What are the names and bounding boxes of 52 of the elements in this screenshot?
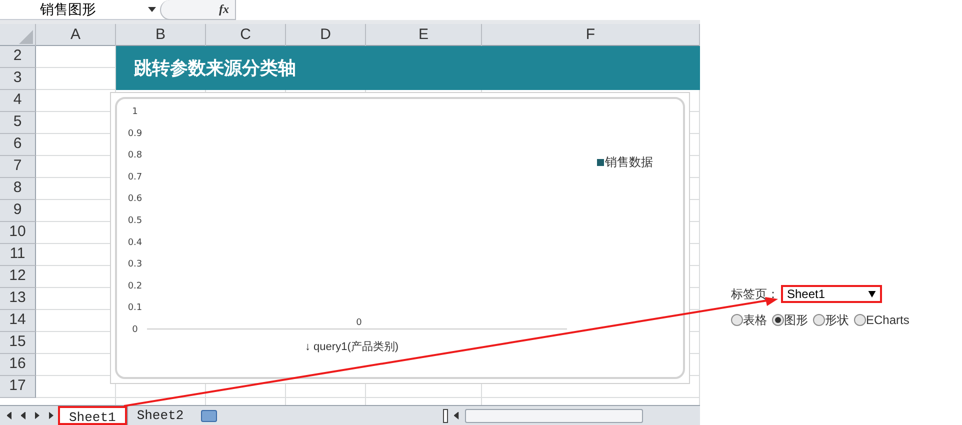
axis-tick-label: 0.9 xyxy=(128,128,142,139)
axis-tick-label: 0.4 xyxy=(128,238,142,248)
splitter-handle[interactable] xyxy=(442,408,448,422)
row-header[interactable]: 15 xyxy=(0,332,36,354)
radio-label[interactable]: 形状 xyxy=(825,311,849,329)
row-header[interactable]: 14 xyxy=(0,310,36,332)
nav-prev-icon[interactable] xyxy=(20,412,26,420)
axis-tick-label: 0.6 xyxy=(128,194,142,204)
axis-tick-label: 0.2 xyxy=(128,281,142,292)
row-header[interactable]: 5 xyxy=(0,112,36,134)
row-header[interactable]: 17 xyxy=(0,376,36,398)
nav-next-icon[interactable] xyxy=(34,412,40,420)
function-label[interactable]: fx xyxy=(219,0,229,18)
dropdown-caret-icon[interactable] xyxy=(868,290,876,298)
row-header[interactable]: 9 xyxy=(0,200,36,222)
radio-label[interactable]: 图形 xyxy=(784,311,808,329)
axis-tick-label: 0.1 xyxy=(128,303,142,314)
radio-button[interactable] xyxy=(813,314,825,326)
row-header[interactable]: 3 xyxy=(0,68,36,90)
legend-label: 销售数据 xyxy=(605,154,653,171)
row-header[interactable]: 10 xyxy=(0,222,36,244)
axis-tick-label: 0.8 xyxy=(128,150,142,161)
axis-tick-label: 0.7 xyxy=(128,172,142,182)
scroll-left-icon[interactable] xyxy=(454,412,459,420)
row-header[interactable]: 8 xyxy=(0,178,36,200)
sheet-tab[interactable]: Sheet1 xyxy=(58,406,127,425)
tab-select-label: 标签页： xyxy=(731,286,779,303)
radio-button[interactable] xyxy=(772,314,784,326)
insert-sheet-icon[interactable] xyxy=(200,410,217,422)
row-header[interactable]: 4 xyxy=(0,90,36,112)
axis-tick-label: 0 xyxy=(132,325,138,335)
row-header[interactable]: 6 xyxy=(0,134,36,156)
sheet-select[interactable]: Sheet1 xyxy=(781,285,882,303)
dropdown-caret-icon[interactable] xyxy=(148,7,156,12)
axis-tick-label: 0.3 xyxy=(128,260,142,270)
row-header[interactable]: 2 xyxy=(0,46,36,68)
name-box[interactable]: 销售图形 xyxy=(0,0,160,20)
radio-button[interactable] xyxy=(854,314,866,326)
row-header[interactable]: 11 xyxy=(0,244,36,266)
row-header[interactable]: 12 xyxy=(0,266,36,288)
title-banner: 跳转参数来源分类轴 xyxy=(116,46,700,90)
axis-title: ↓ query1(产品类别) xyxy=(305,340,399,355)
radio-button[interactable] xyxy=(731,314,743,326)
row-header[interactable]: 7 xyxy=(0,156,36,178)
horizontal-scrollbar-thumb[interactable] xyxy=(464,408,643,422)
radio-label[interactable]: ECharts xyxy=(866,311,910,329)
axis-tick-label: 0.5 xyxy=(128,216,142,226)
axis-tick-label: 1 xyxy=(132,107,138,117)
row-header[interactable]: 16 xyxy=(0,354,36,376)
radio-label[interactable]: 表格 xyxy=(743,311,767,329)
data-label: 0 xyxy=(356,318,362,328)
row-header[interactable]: 13 xyxy=(0,288,36,310)
